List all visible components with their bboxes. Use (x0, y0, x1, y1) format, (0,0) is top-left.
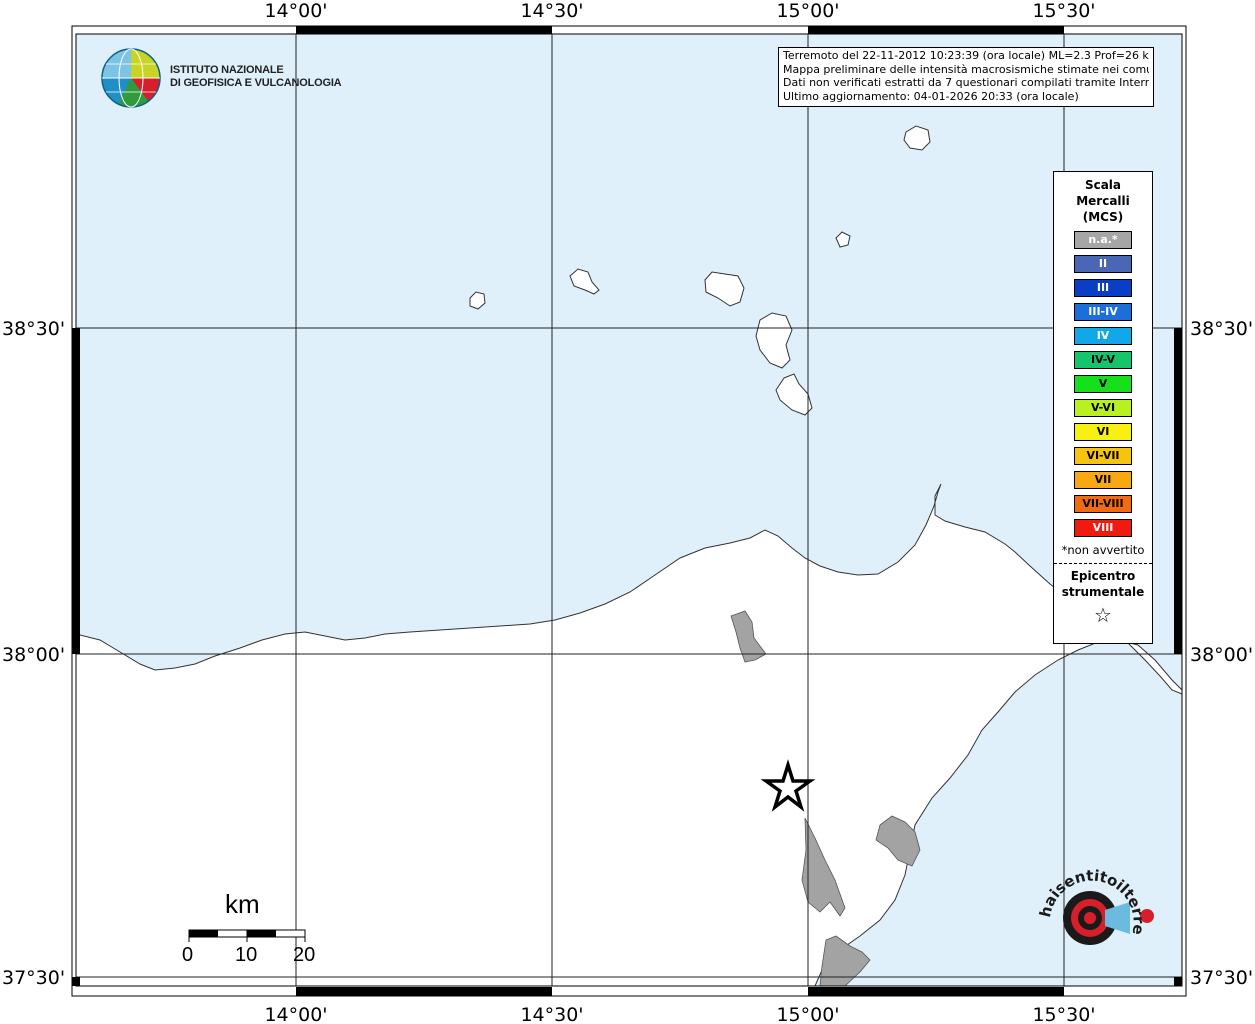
info-line: Ultimo aggiornamento: 04-01-2026 20:33 (… (783, 89, 1079, 103)
legend-title-line: (MCS) (1082, 210, 1124, 224)
lat-tick-right: 37°30' (1190, 967, 1253, 989)
lon-tick-bottom: 15°30' (1032, 1004, 1095, 1024)
epicenter-label-line: strumentale (1061, 585, 1145, 599)
legend-swatch: V-VI (1074, 399, 1132, 417)
epicenter-label: Epicentro strumentale (1054, 568, 1152, 600)
legend-swatch: V (1074, 375, 1132, 393)
epicenter-label-line: Epicentro (1070, 569, 1136, 583)
lon-tick-bottom: 14°30' (520, 1004, 583, 1024)
legend-swatch: VIII (1074, 519, 1132, 537)
legend-title-line: Mercalli (1076, 194, 1130, 208)
legend-divider (1054, 563, 1152, 564)
scale-bar-label: 10 (235, 944, 258, 966)
mcs-legend: Scala Mercalli (MCS) n.a.* II III III-IV IV I… (1053, 171, 1153, 644)
legend-swatch: III-IV (1074, 303, 1132, 321)
lon-tick-top: 14°30' (520, 0, 583, 22)
legend-swatch: VII-VIII (1074, 495, 1132, 513)
lat-tick-left: 37°30' (2, 967, 65, 989)
lon-tick-bottom: 15°00' (776, 1004, 839, 1024)
legend-swatch: VII (1074, 471, 1132, 489)
legend-swatch: II (1074, 255, 1132, 273)
logo-line: ISTITUTO NAZIONALE (170, 64, 284, 76)
legend-title: Scala Mercalli (MCS) (1054, 177, 1152, 225)
legend-swatch: III (1074, 279, 1132, 297)
info-line: Mappa preliminare delle intensità macros… (783, 62, 1149, 76)
scale-bar-label: 20 (293, 944, 316, 966)
ingv-logo-text: ISTITUTO NAZIONALE DI GEOFISICA E VULCAN… (170, 64, 342, 90)
ingv-logo-icon (101, 48, 161, 108)
lon-tick-bottom: 14°00' (264, 1004, 327, 1024)
legend-title-line: Scala (1084, 178, 1122, 192)
scale-bar-title: km (225, 889, 260, 919)
legend-star-icon: ☆ (1094, 603, 1112, 627)
lon-tick-top: 15°30' (1032, 0, 1095, 22)
info-line: Terremoto del 22-11-2012 10:23:39 (ora l… (783, 49, 1149, 62)
lat-tick-left: 38°30' (2, 318, 65, 340)
event-info-box: Terremoto del 22-11-2012 10:23:39 (ora l… (778, 47, 1154, 107)
legend-swatch: IV-V (1074, 351, 1132, 369)
lon-tick-top: 14°00' (264, 0, 327, 22)
scale-bar-label: 0 (182, 944, 194, 966)
lat-tick-left: 38°00' (2, 644, 65, 666)
legend-items: n.a.* II III III-IV IV IV-V V V-VI VI VI-VII VII VI… (1054, 231, 1152, 537)
lon-tick-top: 15°00' (776, 0, 839, 22)
lat-tick-right: 38°30' (1190, 318, 1253, 340)
legend-swatch: VI-VII (1074, 447, 1132, 465)
legend-note: *non avvertito (1061, 543, 1145, 557)
legend-swatch: IV (1074, 327, 1132, 345)
legend-swatch: VI (1074, 423, 1132, 441)
lat-tick-right: 38°00' (1190, 644, 1253, 666)
info-line: Dati non verificati estratti da 7 questi… (783, 76, 1149, 89)
logo-line: DI GEOFISICA E VULCANOLOGIA (170, 77, 342, 89)
legend-swatch: n.a.* (1074, 231, 1132, 249)
